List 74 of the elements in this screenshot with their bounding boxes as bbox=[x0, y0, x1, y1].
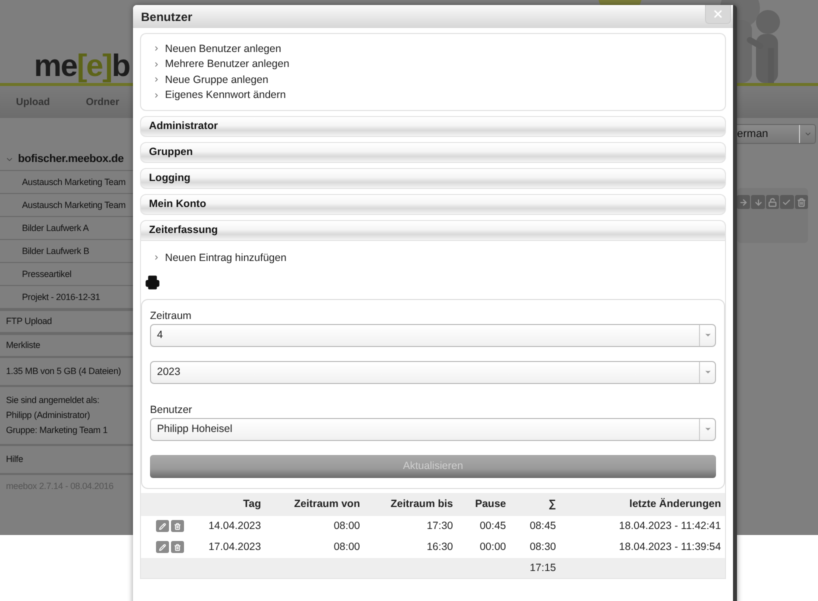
unlock-icon bbox=[768, 198, 778, 206]
close-icon bbox=[712, 8, 724, 20]
action-link[interactable]: Mehrere Benutzer anlegen bbox=[165, 58, 290, 70]
quota-text: 1.35 MB von 5 GB (4 Dateien) bbox=[6, 365, 122, 378]
edit-button[interactable] bbox=[156, 541, 169, 553]
table-cell-text: 08:00 bbox=[332, 520, 361, 532]
bullet-icon bbox=[153, 76, 160, 84]
toolbar-button[interactable] bbox=[737, 195, 750, 209]
accordion-header[interactable]: Gruppen bbox=[140, 142, 726, 163]
accordion-header[interactable]: Zeiterfassung bbox=[140, 220, 726, 241]
toolbar-button[interactable] bbox=[766, 195, 780, 209]
toolbar-button[interactable] bbox=[780, 195, 794, 209]
select-field[interactable]: Philipp Hoheisel bbox=[150, 418, 716, 440]
delete-button[interactable] bbox=[171, 520, 184, 532]
dialog-title: Benutzer bbox=[141, 10, 192, 24]
accordion-header[interactable]: Administrator bbox=[140, 116, 726, 137]
bullet-icon bbox=[153, 254, 160, 262]
trash-icon bbox=[174, 522, 181, 530]
nav-item[interactable]: Ordner bbox=[86, 96, 120, 108]
action-link[interactable]: Neuen Eintrag hinzufügen bbox=[165, 252, 286, 264]
table-cell-text: 16:30 bbox=[426, 541, 454, 553]
column-header: Tag bbox=[242, 498, 262, 510]
table-cell-text: 08:45 bbox=[528, 520, 557, 532]
login-info: Sie sind angemeldet als: bbox=[6, 394, 100, 407]
total-cell-text: 17:15 bbox=[528, 562, 557, 574]
table-cell-text: 18.04.2023 - 11:42:41 bbox=[618, 520, 722, 532]
login-info: Gruppe: Marketing Team 1 bbox=[6, 424, 109, 437]
caret-icon bbox=[804, 130, 812, 138]
language-select[interactable]: erman bbox=[737, 124, 816, 144]
arrow-down-icon bbox=[754, 198, 763, 206]
bullet-icon bbox=[153, 45, 160, 52]
pencil-icon bbox=[159, 544, 166, 550]
table-cell-text: 14.04.2023 bbox=[207, 520, 262, 532]
accordion-header[interactable]: Logging bbox=[140, 168, 726, 189]
nav-item[interactable]: Upload bbox=[16, 96, 50, 108]
caret-icon bbox=[704, 331, 712, 339]
action-link[interactable]: Eigenes Kennwort ändern bbox=[165, 89, 286, 102]
trash-icon bbox=[174, 544, 181, 550]
logo: me[e]b bbox=[34, 49, 130, 83]
action-link[interactable]: Neuen Benutzer anlegen bbox=[165, 42, 282, 55]
column-header: ∑ bbox=[548, 498, 557, 510]
delete-button[interactable] bbox=[171, 541, 184, 553]
bullet-icon bbox=[153, 92, 160, 99]
action-link[interactable]: Neue Gruppe anlegen bbox=[165, 74, 268, 86]
column-header: Pause bbox=[474, 498, 507, 510]
arrow-right-icon bbox=[739, 198, 748, 206]
table-cell-text: 08:30 bbox=[528, 541, 557, 553]
table-cell-text: 08:00 bbox=[332, 541, 361, 553]
tree-root[interactable]: bofischer.meebox.de bbox=[18, 153, 124, 165]
column-header: Zeitraum bis bbox=[390, 498, 454, 510]
table-cell-text: 00:00 bbox=[478, 541, 507, 553]
caret-icon bbox=[704, 368, 712, 376]
select-field[interactable]: 2023 bbox=[150, 360, 716, 384]
select-field[interactable]: 4 bbox=[150, 324, 716, 346]
caret-icon bbox=[704, 425, 712, 433]
column-header: Zeitraum von bbox=[293, 498, 361, 510]
toolbar-button[interactable] bbox=[751, 195, 765, 209]
login-info: Philipp (Administrator) bbox=[6, 409, 91, 422]
table-cell-text: 18.04.2023 - 11:39:54 bbox=[618, 541, 722, 553]
print-icon[interactable] bbox=[145, 274, 160, 290]
trash-icon bbox=[796, 198, 806, 206]
field-label: Zeitraum bbox=[150, 310, 192, 322]
pencil-icon bbox=[159, 522, 166, 530]
help-link[interactable]: Hilfe bbox=[6, 452, 127, 467]
accordion-header[interactable]: Mein Konto bbox=[140, 194, 726, 215]
column-header: letzte Änderungen bbox=[628, 498, 722, 510]
edit-button[interactable] bbox=[156, 520, 169, 532]
field-label: Benutzer bbox=[150, 404, 194, 416]
table-cell-text: 17:30 bbox=[426, 520, 454, 532]
bullet-icon bbox=[153, 60, 160, 68]
table-cell-text: 17.04.2023 bbox=[207, 541, 262, 553]
check-icon bbox=[782, 198, 792, 206]
toolbar-button[interactable] bbox=[794, 195, 808, 209]
table-cell-text: 00:45 bbox=[478, 520, 507, 532]
